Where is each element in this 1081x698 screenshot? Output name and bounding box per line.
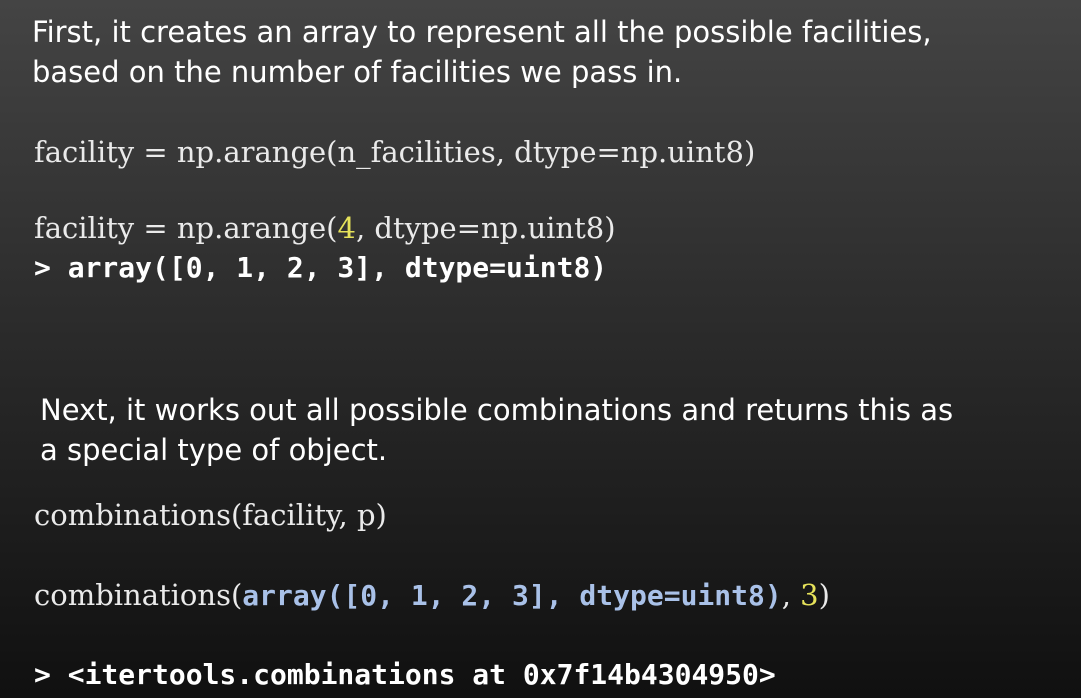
code-arange-suffix: , dtype=np.uint8) <box>355 211 616 245</box>
next-line-1: Next, it works out all possible combinat… <box>40 393 954 427</box>
code-arange-prefix: facility = np.arange( <box>34 211 338 245</box>
output-itertools: > <itertools.combinations at 0x7f14b4304… <box>34 658 776 691</box>
code-line-combinations-array: combinations(array([0, 1, 2, 3], dtype=u… <box>34 577 830 614</box>
intro-paragraph: First, it creates an array to represent … <box>32 12 932 92</box>
combinations-prefix: combinations( <box>34 578 243 612</box>
combinations-comma: , <box>781 578 801 612</box>
output-array: > array([0, 1, 2, 3], dtype=uint8) <box>34 251 608 284</box>
code-line-combinations: combinations(facility, p) <box>34 498 387 532</box>
combinations-number: 3 <box>800 578 819 612</box>
slide: First, it creates an array to represent … <box>0 0 1081 698</box>
code-line-arange-n: facility = np.arange(n_facilities, dtype… <box>34 135 756 169</box>
intro-line-2: based on the number of facilities we pas… <box>32 55 683 89</box>
intro-line-1: First, it creates an array to represent … <box>32 15 932 49</box>
code-arange-number: 4 <box>337 211 356 245</box>
combinations-close: ) <box>818 578 830 612</box>
next-line-2: a special type of object. <box>40 433 388 467</box>
combinations-array-arg: array([0, 1, 2, 3], dtype=uint8) <box>242 579 782 612</box>
next-paragraph: Next, it works out all possible combinat… <box>40 390 953 470</box>
code-line-arange-4: facility = np.arange(4, dtype=np.uint8) <box>34 210 616 246</box>
